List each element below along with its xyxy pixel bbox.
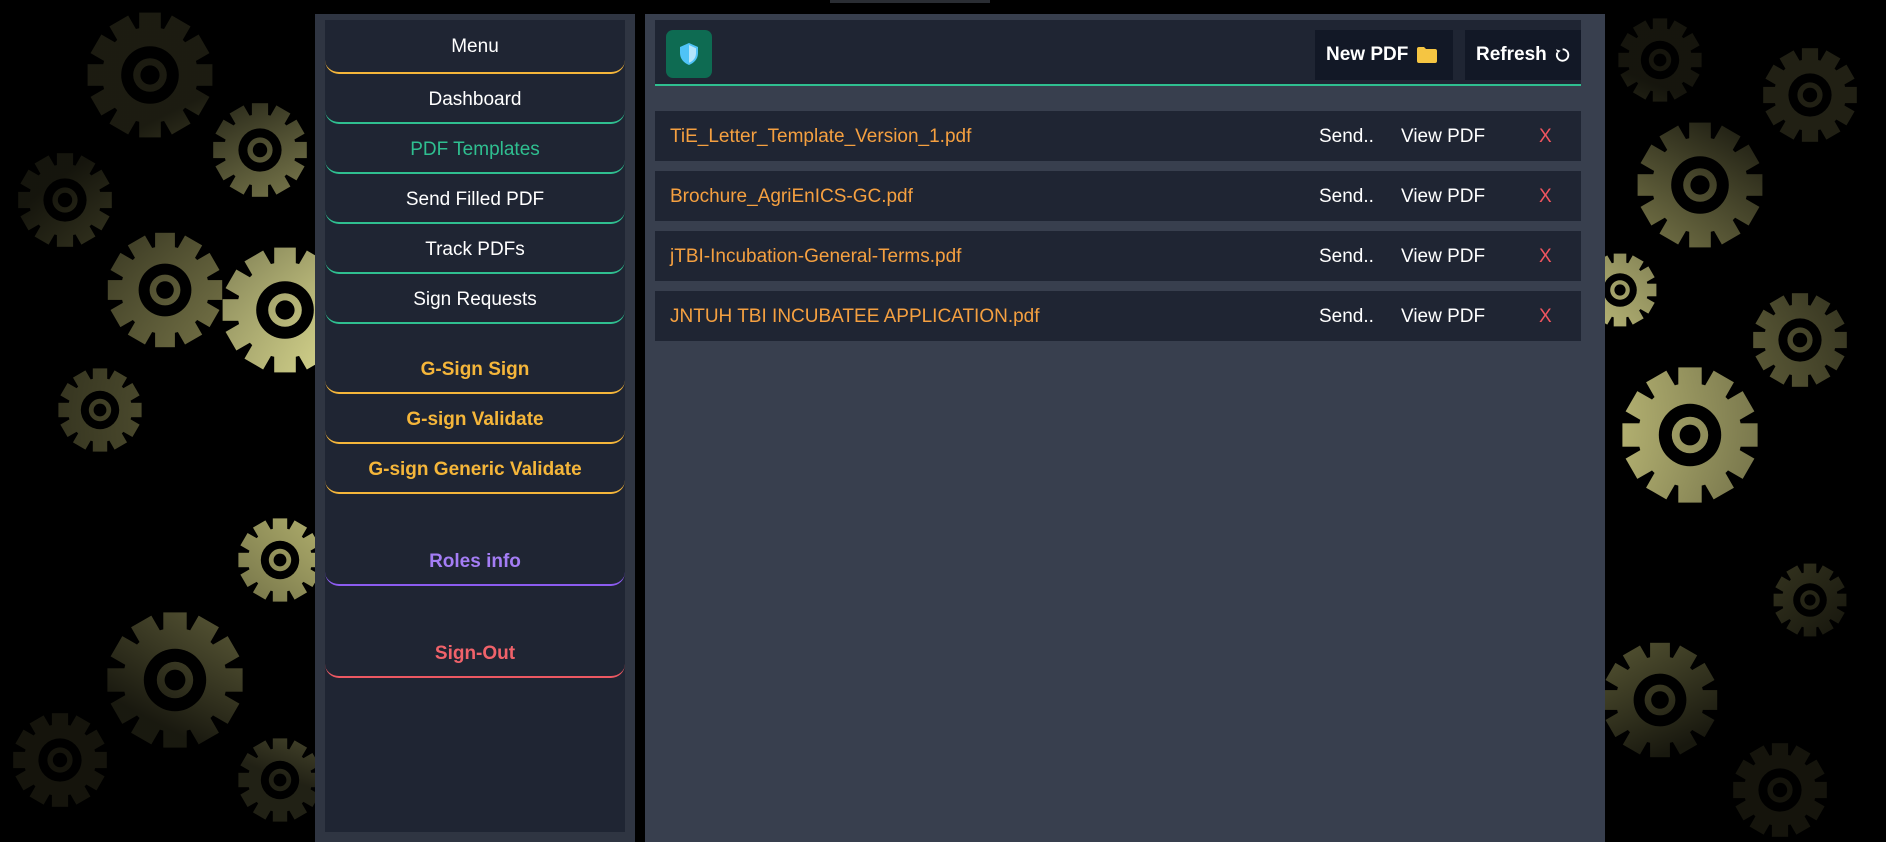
- send-link[interactable]: Send..: [1319, 171, 1374, 223]
- delete-button[interactable]: X: [1539, 111, 1552, 163]
- sidebar-item-send-filled-pdf[interactable]: Send Filled PDF: [325, 174, 625, 224]
- sidebar-item-pdf-templates[interactable]: PDF Templates: [325, 124, 625, 174]
- toolbar: New PDF Refresh: [655, 20, 1581, 86]
- send-link[interactable]: Send..: [1319, 231, 1374, 283]
- file-row: Brochure_AgriEnICS-GC.pdf Send.. View PD…: [655, 171, 1581, 221]
- file-row: jTBI-Incubation-General-Terms.pdf Send..…: [655, 231, 1581, 281]
- menu-title: Menu: [325, 20, 625, 74]
- top-tab-bar: [830, 0, 990, 3]
- view-pdf-link[interactable]: View PDF: [1401, 111, 1485, 163]
- delete-button[interactable]: X: [1539, 291, 1552, 343]
- refresh-button[interactable]: Refresh: [1465, 30, 1581, 80]
- view-pdf-link[interactable]: View PDF: [1401, 171, 1485, 223]
- file-name[interactable]: jTBI-Incubation-General-Terms.pdf: [670, 231, 961, 283]
- sidebar-item-roles-info[interactable]: Roles info: [325, 536, 625, 586]
- delete-button[interactable]: X: [1539, 231, 1552, 283]
- file-name[interactable]: Brochure_AgriEnICS-GC.pdf: [670, 171, 913, 223]
- sign-out-button[interactable]: Sign-Out: [325, 628, 625, 678]
- sidebar-item-track-pdfs[interactable]: Track PDFs: [325, 224, 625, 274]
- folder-icon: [1417, 47, 1438, 63]
- new-pdf-label: New PDF: [1326, 44, 1409, 65]
- send-link[interactable]: Send..: [1319, 111, 1374, 163]
- file-row: TiE_Letter_Template_Version_1.pdf Send..…: [655, 111, 1581, 161]
- delete-button[interactable]: X: [1539, 171, 1552, 223]
- refresh-icon: [1555, 48, 1569, 62]
- sidebar-item-gsign-sign[interactable]: G-Sign Sign: [325, 344, 625, 394]
- sidebar-item-dashboard[interactable]: Dashboard: [325, 74, 625, 124]
- view-pdf-link[interactable]: View PDF: [1401, 291, 1485, 343]
- file-name[interactable]: TiE_Letter_Template_Version_1.pdf: [670, 111, 971, 163]
- file-row: JNTUH TBI INCUBATEE APPLICATION.pdf Send…: [655, 291, 1581, 341]
- sidebar-item-gsign-validate[interactable]: G-sign Validate: [325, 394, 625, 444]
- sidebar-item-sign-requests[interactable]: Sign Requests: [325, 274, 625, 324]
- shield-icon[interactable]: [666, 30, 712, 78]
- file-name[interactable]: JNTUH TBI INCUBATEE APPLICATION.pdf: [670, 291, 1040, 343]
- main-panel: New PDF Refresh TiE_Letter_Template_Vers…: [645, 14, 1605, 842]
- send-link[interactable]: Send..: [1319, 291, 1374, 343]
- sidebar-item-gsign-generic-validate[interactable]: G-sign Generic Validate: [325, 444, 625, 494]
- sidebar: Menu Dashboard PDF Templates Send Filled…: [325, 20, 625, 832]
- refresh-label: Refresh: [1476, 44, 1547, 65]
- shield-icon-svg: [680, 43, 698, 65]
- view-pdf-link[interactable]: View PDF: [1401, 231, 1485, 283]
- new-pdf-button[interactable]: New PDF: [1315, 30, 1453, 80]
